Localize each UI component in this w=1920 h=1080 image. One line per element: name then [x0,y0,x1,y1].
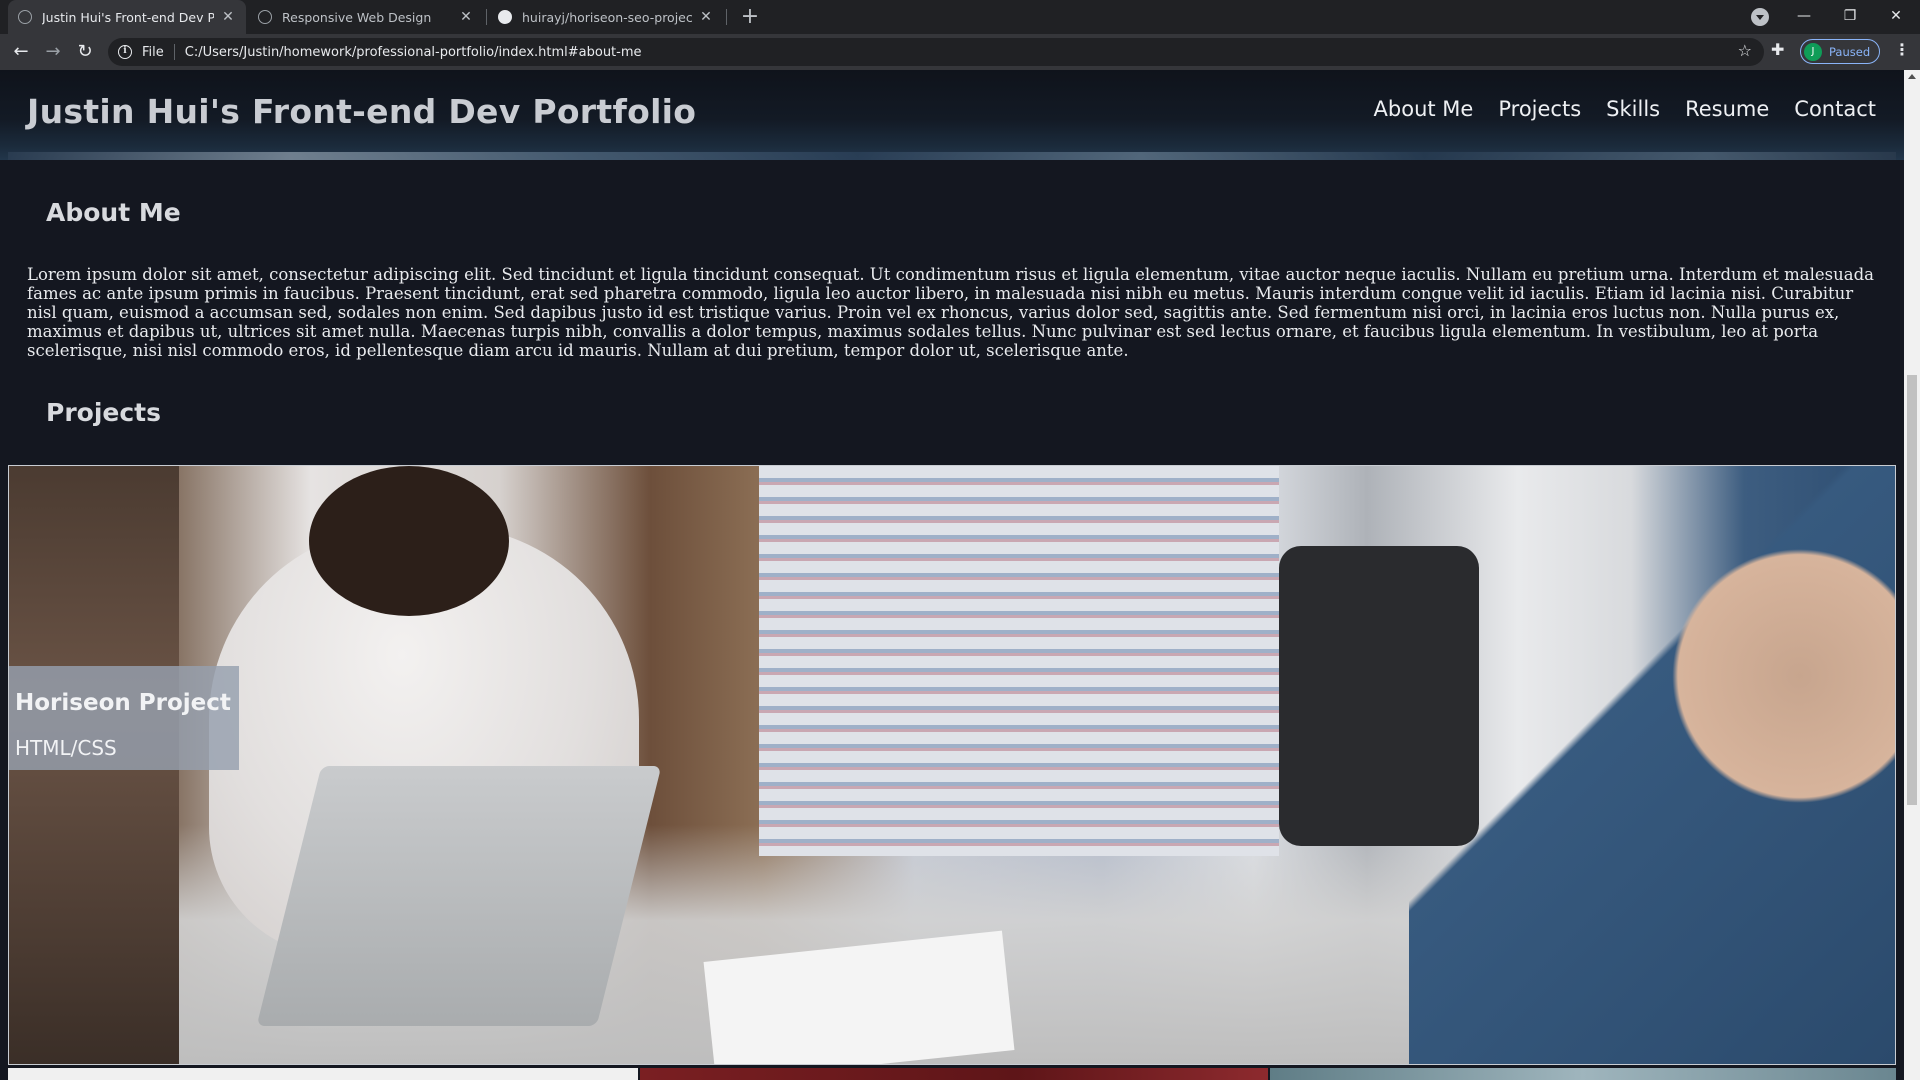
kebab-menu-icon[interactable]: ⋮ [1894,42,1910,58]
photo-striped-shirt [759,466,1279,856]
page-scrollbar[interactable] [1904,70,1920,1080]
nav-link-projects[interactable]: Projects [1498,97,1581,121]
forward-arrow-icon[interactable]: → [41,40,65,64]
github-icon [498,10,512,24]
project-name: Horiseon Project [15,690,231,716]
project-caption: Horiseon Project HTML/CSS [9,666,239,770]
close-icon[interactable]: ✕ [220,9,236,25]
scrollbar-thumb[interactable] [1907,375,1917,805]
restore-button[interactable]: ❐ [1827,0,1873,34]
close-icon[interactable]: ✕ [698,9,714,25]
site-title: Justin Hui's Front-end Dev Portfolio [27,92,697,131]
new-tab-button[interactable]: + [737,4,763,30]
tab-title: huirayj/horiseon-seo-project: SE [522,9,692,25]
address-divider [173,44,175,60]
scroll-up-arrow-icon[interactable] [1908,74,1916,79]
tab-responsive-web-design[interactable]: Responsive Web Design ✕ [248,0,484,34]
address-url[interactable]: C:/Users/Justin/homework/professional-po… [185,45,642,60]
tab-title: Responsive Web Design [282,9,432,25]
about-heading: About Me [46,198,181,227]
project-card-next-3[interactable] [1270,1068,1896,1080]
close-window-button[interactable]: ✕ [1873,0,1919,34]
photo-papers [703,930,1015,1064]
tab-search-icon[interactable] [1751,8,1769,26]
reload-icon[interactable]: ↻ [73,40,97,64]
avatar: J [1804,42,1822,61]
photo-laptop [256,766,662,1026]
nav-link-resume[interactable]: Resume [1685,97,1769,121]
info-icon[interactable]: i [118,45,132,59]
globe-icon [18,10,32,24]
address-scheme: File [142,44,164,60]
photo-person-right [1409,466,1895,1064]
site-header: Justin Hui's Front-end Dev Portfolio Abo… [0,70,1904,160]
project-card-next-2[interactable] [640,1068,1268,1080]
extensions-puzzle-icon[interactable]: ✚ [1771,40,1784,59]
browser-tab-strip: Justin Hui's Front-end Dev Portfo ✕ Resp… [0,0,1920,34]
address-bar[interactable]: i File C:/Users/Justin/homework/professi… [108,38,1764,66]
about-paragraph: Lorem ipsum dolor sit amet, consectetur … [27,265,1875,360]
project-card-next-1[interactable] [8,1068,638,1080]
minimize-button[interactable]: — [1781,0,1827,34]
nav-link-contact[interactable]: Contact [1794,97,1876,121]
photo-hair [309,466,509,616]
globe-icon [258,10,272,24]
project-card-horiseon[interactable]: Horiseon Project HTML/CSS [8,465,1896,1065]
page-viewport: Justin Hui's Front-end Dev Portfolio Abo… [0,70,1904,1080]
profile-status: Paused [1829,44,1871,59]
tab-github-horiseon[interactable]: huirayj/horiseon-seo-project: SE ✕ [488,0,724,34]
tab-portfolio[interactable]: Justin Hui's Front-end Dev Portfo ✕ [8,0,246,34]
back-arrow-icon[interactable]: ← [9,40,33,64]
close-icon[interactable]: ✕ [458,9,474,25]
header-banner-strip [8,152,1896,160]
nav-link-about-me[interactable]: About Me [1374,97,1474,121]
project-tech: HTML/CSS [15,736,117,760]
bookmark-star-icon[interactable]: ☆ [1738,41,1752,60]
browser-toolbar: ← → ↻ i File C:/Users/Justin/homework/pr… [0,34,1920,70]
tab-title: Justin Hui's Front-end Dev Portfo [42,9,214,25]
tab-divider [726,9,727,25]
site-nav: About Me Projects Skills Resume Contact [1349,97,1876,121]
tab-divider [486,9,487,25]
nav-link-skills[interactable]: Skills [1606,97,1660,121]
profile-button[interactable]: J Paused [1800,39,1880,64]
projects-heading: Projects [46,398,162,427]
